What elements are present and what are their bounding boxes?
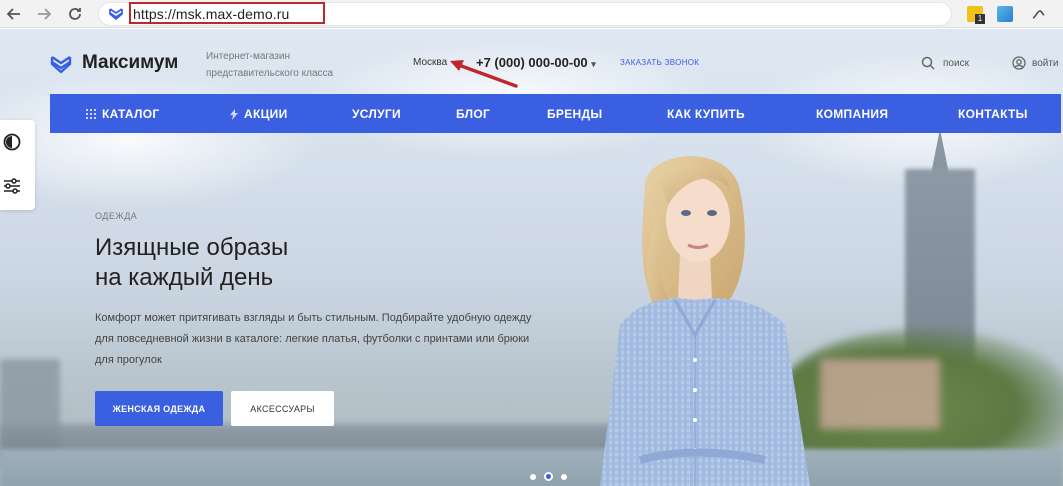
nav-label: КОНТАКТЫ: [958, 107, 1028, 121]
forward-icon[interactable]: [34, 4, 54, 24]
nav-label: КОМПАНИЯ: [816, 107, 889, 121]
nav-label: КАК КУПИТЬ: [667, 107, 745, 121]
login-label: войти: [1032, 57, 1059, 69]
side-tools-panel: [0, 120, 35, 210]
nav-contacts[interactable]: КОНТАКТЫ: [958, 107, 1028, 121]
reload-icon[interactable]: [65, 4, 85, 24]
tagline-line: Интернет-магазин: [206, 51, 290, 62]
nav-brands[interactable]: БРЕНДЫ: [547, 107, 602, 121]
back-icon[interactable]: [4, 4, 24, 24]
nav-company[interactable]: КОМПАНИЯ: [816, 107, 888, 121]
url-text[interactable]: https://msk.max-demo.ru: [133, 6, 289, 22]
main-navigation: КАТАЛОГ АКЦИИ УСЛУГИ БЛОГ БРЕНДЫ КАК КУП…: [50, 94, 1061, 133]
hero-desc-line: для повседневной жизни в каталоге: легки…: [95, 333, 530, 345]
user-icon: [1012, 56, 1026, 70]
extension-note-icon[interactable]: [997, 6, 1013, 22]
slider-dot[interactable]: [561, 473, 567, 480]
cloud: [0, 69, 320, 209]
lightning-icon: [230, 108, 238, 120]
search-button[interactable]: поиск: [921, 56, 969, 70]
model-photo: [600, 156, 810, 486]
nav-label: БРЕНДЫ: [547, 107, 603, 121]
buildings: [820, 359, 940, 429]
nav-services[interactable]: УСЛУГИ: [352, 107, 401, 121]
hero-desc-line: Комфорт может притягивать взгляды и быть…: [95, 312, 532, 324]
nav-how-to-buy[interactable]: КАК КУПИТЬ: [667, 107, 745, 121]
womens-clothing-button[interactable]: ЖЕНСКАЯ ОДЕЖДА: [95, 391, 223, 426]
hero-title: Изящные образы на каждый день: [95, 233, 395, 293]
sliders-icon[interactable]: [2, 176, 22, 196]
callback-link[interactable]: ЗАКАЗАТЬ ЗВОНОК: [620, 58, 699, 67]
extension-yandex-icon[interactable]: 1: [967, 6, 985, 24]
nav-label: УСЛУГИ: [352, 107, 401, 121]
tagline: Интернет-магазин представительского клас…: [206, 48, 346, 82]
nav-sales[interactable]: АКЦИИ: [230, 107, 288, 121]
hero-description: Комфорт может притягивать взгляды и быть…: [95, 308, 565, 371]
login-button[interactable]: войти: [1012, 56, 1059, 70]
browser-toolbar: https://msk.max-demo.ru 1: [0, 0, 1063, 28]
annotation-arrow: [450, 60, 518, 88]
tagline-line: представительского класса: [206, 68, 334, 79]
search-label: поиск: [943, 57, 969, 69]
nav-label: БЛОГ: [456, 107, 491, 121]
logo-text[interactable]: Максимум: [82, 52, 178, 74]
nav-label: АКЦИИ: [244, 107, 288, 121]
site-favicon-icon: [108, 6, 124, 22]
slider-dot-active[interactable]: [544, 472, 553, 481]
extension-pen-icon[interactable]: [1030, 6, 1046, 22]
slider-dot[interactable]: [530, 473, 536, 480]
slider-pagination: [530, 472, 567, 481]
extension-badge: 1: [975, 14, 985, 24]
nav-label: КАТАЛОГ: [102, 107, 160, 121]
grid-icon: [86, 109, 96, 119]
theme-toggle-icon[interactable]: [2, 132, 22, 152]
logo-icon[interactable]: [50, 53, 72, 75]
chevron-down-icon: ▾: [591, 59, 596, 69]
hero-desc-line: для прогулок: [95, 354, 162, 366]
hero-category: ОДЕЖДА: [95, 211, 138, 221]
accessories-button[interactable]: АКСЕССУАРЫ: [231, 391, 334, 426]
hero-title-line: Изящные образы: [95, 234, 289, 261]
nav-catalog[interactable]: КАТАЛОГ: [86, 107, 159, 121]
search-icon: [921, 56, 935, 70]
hero-title-line: на каждый день: [95, 264, 274, 291]
nav-blog[interactable]: БЛОГ: [456, 107, 490, 121]
